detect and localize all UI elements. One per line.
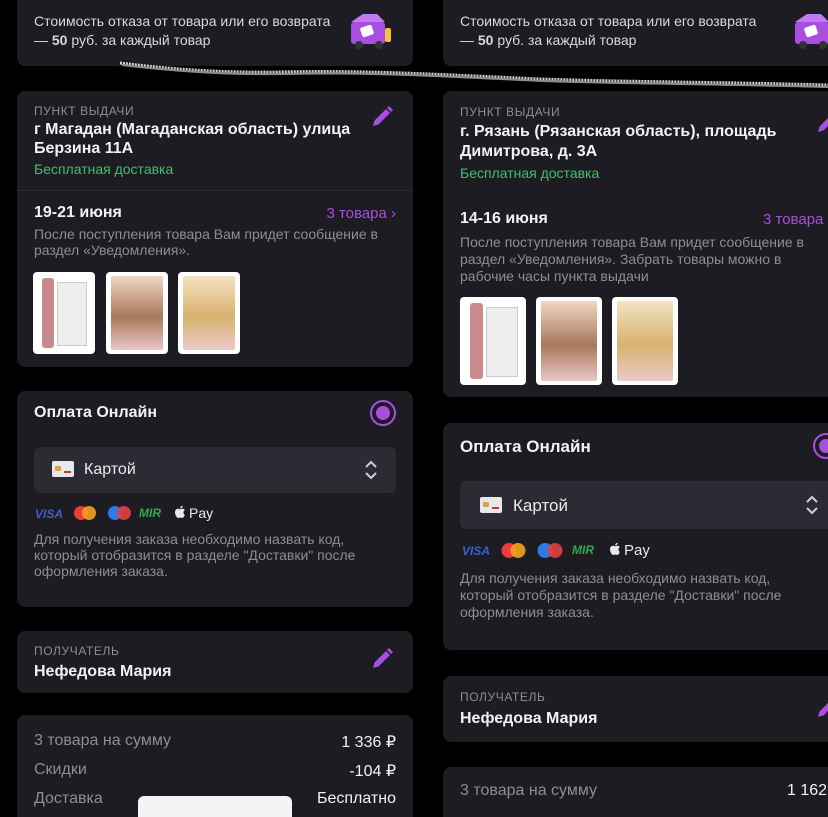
pickup-card: ПУНКТ ВЫДАЧИ г Магадан (Магаданская обла… [17, 91, 413, 367]
recipient-name: Нефедова Мария [34, 663, 172, 680]
pickup-label: ПУНКТ ВЫДАЧИ [460, 105, 561, 119]
radio-selected-icon[interactable] [813, 433, 828, 459]
recipient-label: ПОЛУЧАТЕЛЬ [34, 644, 120, 658]
payment-card: Оплата Онлайн Картой VISA MIR Pay Для по… [17, 391, 413, 607]
delivery-dates: 19-21 июня [34, 204, 122, 221]
payment-title: Оплата Онлайн [460, 437, 591, 456]
sort-arrows-icon [365, 460, 377, 480]
summary-items-value: 1 336 ₽ [341, 734, 396, 751]
payment-title: Оплата Онлайн [34, 404, 158, 421]
return-box-icon [795, 14, 828, 49]
pencil-icon[interactable] [815, 696, 828, 720]
product-thumb-lipgloss[interactable] [33, 272, 95, 354]
sort-arrows-icon [806, 495, 818, 515]
payment-method-select[interactable]: Картой [34, 447, 396, 493]
product-thumb-hair-dye-2[interactable] [178, 272, 240, 354]
product-thumb-hair-dye-1[interactable] [106, 272, 168, 354]
recipient-card: ПОЛУЧАТЕЛЬ Нефедова Мария [17, 631, 413, 693]
pencil-icon[interactable] [815, 111, 828, 135]
payment-method-label: Картой [84, 461, 136, 478]
product-thumb-hair-dye-2[interactable] [612, 297, 678, 385]
delivery-notice: После поступления товара Вам придет сооб… [460, 234, 804, 284]
payment-method-select[interactable]: Картой [460, 481, 828, 529]
maestro-icon [108, 506, 131, 520]
summary-items-label: 3 товара на сумму [460, 782, 598, 799]
card-icon [480, 497, 502, 513]
radio-selected-icon[interactable] [370, 400, 396, 426]
pencil-icon[interactable] [370, 647, 394, 671]
mastercard-icon [501, 543, 526, 558]
torn-edge-divider [119, 61, 828, 88]
payment-info: Для получения заказа необходимо назвать … [34, 531, 356, 579]
product-thumb-lipgloss[interactable] [460, 297, 526, 385]
divider [17, 190, 413, 191]
summary-items-label: 3 товара на сумму [34, 732, 172, 749]
return-note-text: Стоимость отказа от товара или его возвр… [460, 12, 790, 50]
items-link[interactable]: 3 товара [763, 211, 823, 228]
recipient-card: ПОЛУЧАТЕЛЬ Нефедова Мария [443, 676, 828, 742]
summary-items-value: 1 162 [787, 782, 828, 799]
summary-card: 3 товара на сумму 1 162 [443, 767, 828, 817]
bottom-overlay-bar [138, 796, 292, 817]
return-note-amount: 50 [51, 32, 68, 48]
return-note-text: Стоимость отказа от товара или его возвр… [34, 12, 334, 50]
mir-logo: MIR [139, 506, 161, 520]
mir-logo: MIR [572, 543, 594, 557]
pay-logo: Pay [624, 542, 650, 559]
delivery-notice: После поступления товара Вам придет сооб… [34, 226, 378, 258]
summary-delivery-value: Бесплатно [316, 790, 396, 807]
pickup-address: г. Рязань (Рязанская область), площадь Д… [460, 123, 777, 160]
free-delivery-text: Бесплатная доставка [460, 165, 600, 181]
pay-logo: Pay [189, 505, 214, 521]
return-note-suffix: руб. за каждый товар [493, 32, 637, 48]
return-note-line1: Стоимость отказа от товара или его возвр… [34, 13, 331, 29]
pickup-card: ПУНКТ ВЫДАЧИ г. Рязань (Рязанская област… [443, 91, 828, 397]
recipient-label: ПОЛУЧАТЕЛЬ [460, 690, 546, 704]
items-link[interactable]: 3 товара › [326, 205, 396, 222]
delivery-dates: 14-16 июня [460, 210, 548, 227]
payment-card: Оплата Онлайн Картой VISA MIR Pay Для по… [443, 423, 828, 650]
recipient-name: Нефедова Мария [460, 710, 598, 727]
return-note-dash: — [460, 32, 478, 48]
free-delivery-text: Бесплатная доставка [34, 161, 174, 177]
product-thumb-hair-dye-1[interactable] [536, 297, 602, 385]
return-note-dash: — [34, 32, 52, 48]
summary-discount-value: -104 ₽ [349, 763, 396, 780]
return-note-amount: 50 [477, 32, 494, 48]
payment-method-label: Картой [513, 496, 568, 515]
visa-logo: VISA [35, 507, 64, 521]
pencil-icon[interactable] [370, 105, 394, 129]
pickup-address: г Магадан (Магаданская область) улица Бе… [34, 121, 351, 157]
summary-delivery-label: Доставка [34, 790, 103, 807]
payment-info: Для получения заказа необходимо назвать … [460, 570, 782, 620]
pickup-label: ПУНКТ ВЫДАЧИ [34, 104, 135, 118]
return-note-suffix: руб. за каждый товар [67, 32, 211, 48]
summary-discount-label: Скидки [34, 761, 87, 778]
visa-logo: VISA [462, 544, 491, 558]
apple-icon [175, 505, 185, 518]
return-note-line1: Стоимость отказа от товара или его возвр… [460, 13, 757, 29]
return-box-icon [351, 14, 391, 49]
maestro-icon [537, 543, 563, 558]
card-icon [52, 461, 74, 477]
mastercard-icon [74, 506, 96, 520]
apple-icon [610, 542, 620, 555]
